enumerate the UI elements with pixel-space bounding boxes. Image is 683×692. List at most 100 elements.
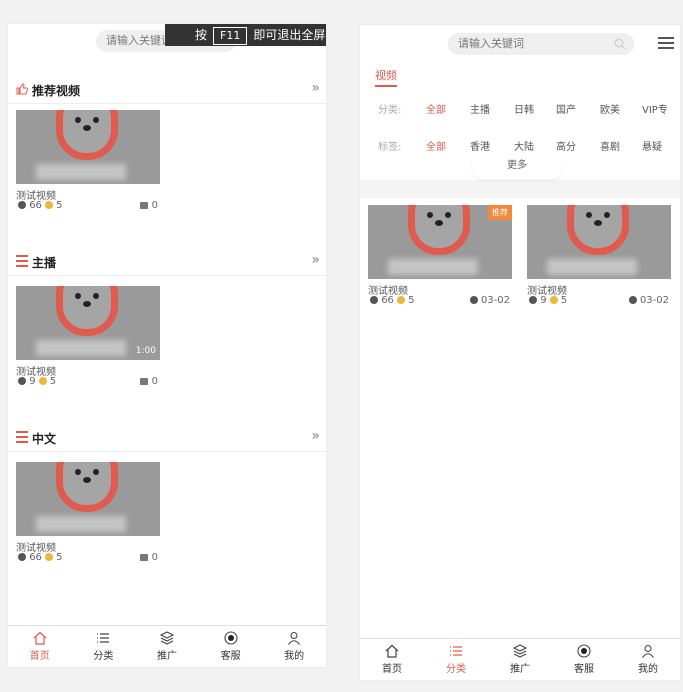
- tag-option[interactable]: 全部: [426, 138, 446, 153]
- chevron-double-right-icon[interactable]: »: [311, 252, 320, 268]
- section-header-chinese[interactable]: 中文 »: [8, 424, 326, 452]
- tab-support[interactable]: 客服: [552, 639, 616, 680]
- video-meta: 9 5 0: [16, 376, 160, 390]
- layers-icon: [159, 631, 174, 645]
- coin-count: 5: [56, 200, 63, 211]
- video-thumbnail[interactable]: [527, 205, 671, 279]
- category-filter-row: 分类: 全部 主播 日韩 国产 欧美 VIP专: [360, 101, 680, 117]
- like-count: 0: [151, 200, 158, 211]
- tag-label: 标签:: [378, 142, 402, 153]
- video-thumbnail[interactable]: 推荐: [368, 205, 512, 279]
- more-button[interactable]: 更多: [472, 157, 562, 179]
- tab-label: 分类: [446, 664, 466, 675]
- like-count: 0: [151, 376, 158, 387]
- coin-icon: [38, 377, 47, 385]
- video-meta: 66 5 0: [16, 200, 160, 214]
- like-icon: [140, 554, 149, 561]
- tab-home[interactable]: 首页: [8, 626, 72, 667]
- video-meta: 66 5 0: [16, 552, 160, 566]
- video-card[interactable]: 测试视频 9 5 03-02: [527, 205, 671, 309]
- mascot-image: [56, 462, 118, 512]
- section-title: 中文: [32, 432, 57, 446]
- tag-option[interactable]: 喜剧: [600, 138, 620, 153]
- tab-home[interactable]: 首页: [360, 639, 424, 680]
- tab-label: 推广: [156, 651, 177, 662]
- tag-option[interactable]: 大陆: [514, 138, 534, 153]
- tag-option[interactable]: 悬疑: [642, 138, 662, 153]
- section-header-anchor[interactable]: 主播 »: [8, 248, 326, 276]
- tab-category[interactable]: 分类: [72, 626, 136, 667]
- clock-icon: [469, 296, 478, 304]
- chevron-double-right-icon[interactable]: »: [311, 80, 320, 96]
- category-option[interactable]: VIP专: [642, 101, 668, 116]
- tab-label: 我的: [284, 651, 305, 662]
- coin-count: 5: [49, 376, 57, 387]
- video-thumbnail[interactable]: [16, 462, 160, 536]
- blurred-overlay: [547, 259, 637, 275]
- thumbs-up-icon: [16, 83, 28, 95]
- search-icon[interactable]: [614, 38, 626, 50]
- section-header-recommended[interactable]: 推荐视频 »: [8, 76, 326, 104]
- layers-icon: [513, 644, 527, 658]
- video-title[interactable]: 测试视频: [368, 282, 512, 297]
- video-title[interactable]: 测试视频: [16, 363, 160, 378]
- views-icon: [370, 296, 378, 304]
- search-placeholder: 请输入关键词: [458, 37, 524, 50]
- tag-option[interactable]: 高分: [556, 138, 576, 153]
- category-option[interactable]: 国产: [556, 101, 576, 116]
- views-icon: [18, 377, 26, 385]
- tab-promote[interactable]: 推广: [488, 639, 552, 680]
- section-title: 主播: [32, 256, 57, 270]
- tag-filter-row: 标签: 全部 香港 大陆 高分 喜剧 悬疑: [360, 138, 680, 154]
- coin-count: 5: [408, 295, 415, 306]
- video-title[interactable]: 测试视频: [16, 187, 160, 202]
- blurred-overlay: [36, 164, 126, 180]
- like-icon: [140, 378, 149, 385]
- category-option[interactable]: 日韩: [514, 101, 534, 116]
- fullscreen-hint-suffix: 即可退出全屏模式: [253, 28, 326, 42]
- tab-video[interactable]: 视频: [375, 67, 397, 83]
- tab-category[interactable]: 分类: [424, 639, 488, 680]
- bottom-tabbar: 首页 分类 推广 客服 我的: [360, 638, 680, 680]
- search-input[interactable]: 请输入关键词: [448, 33, 634, 55]
- video-card[interactable]: 测试视频 66 5 0: [16, 110, 160, 214]
- category-option[interactable]: 主播: [470, 101, 490, 116]
- tag-option[interactable]: 香港: [470, 138, 490, 153]
- fullscreen-hint-key: F11: [213, 27, 248, 45]
- fullscreen-hint: 按 F11 即可退出全屏模式: [165, 24, 326, 46]
- category-option[interactable]: 全部: [426, 101, 446, 116]
- home-icon: [33, 631, 47, 645]
- upload-date: 03-02: [480, 295, 510, 306]
- views-icon: [18, 553, 26, 561]
- chat-icon: [224, 631, 238, 645]
- video-title[interactable]: 测试视频: [527, 282, 671, 297]
- recommend-badge: 推荐: [488, 205, 512, 220]
- tab-promote[interactable]: 推广: [135, 626, 199, 667]
- video-card[interactable]: 测试视频 66 5 0: [16, 462, 160, 566]
- video-card[interactable]: 1:00 测试视频 9 5 0: [16, 286, 160, 390]
- views-icon: [18, 201, 26, 209]
- chevron-double-right-icon[interactable]: »: [311, 428, 320, 444]
- fullscreen-hint-prefix: 按: [195, 28, 208, 42]
- clock-icon: [628, 296, 637, 304]
- tab-profile[interactable]: 我的: [616, 639, 680, 680]
- coin-count: 5: [56, 552, 63, 563]
- like-count: 0: [151, 552, 158, 563]
- tab-label: 客服: [220, 651, 241, 662]
- upload-date: 03-02: [639, 295, 669, 306]
- view-count: 9: [29, 376, 36, 387]
- menu-icon[interactable]: [658, 37, 674, 49]
- video-card[interactable]: 推荐 测试视频 66 5 03-02: [368, 205, 512, 309]
- like-icon: [140, 202, 149, 209]
- video-title[interactable]: 测试视频: [16, 539, 160, 554]
- view-count: 9: [540, 295, 547, 306]
- tab-support[interactable]: 客服: [199, 626, 263, 667]
- section-title: 推荐视频: [32, 84, 81, 98]
- tab-profile[interactable]: 我的: [262, 626, 326, 667]
- video-thumbnail[interactable]: [16, 110, 160, 184]
- video-thumbnail[interactable]: 1:00: [16, 286, 160, 360]
- view-count: 66: [381, 295, 394, 306]
- tab-label: 我的: [638, 664, 658, 675]
- category-option[interactable]: 欧美: [600, 101, 620, 116]
- mascot-image: [56, 286, 118, 336]
